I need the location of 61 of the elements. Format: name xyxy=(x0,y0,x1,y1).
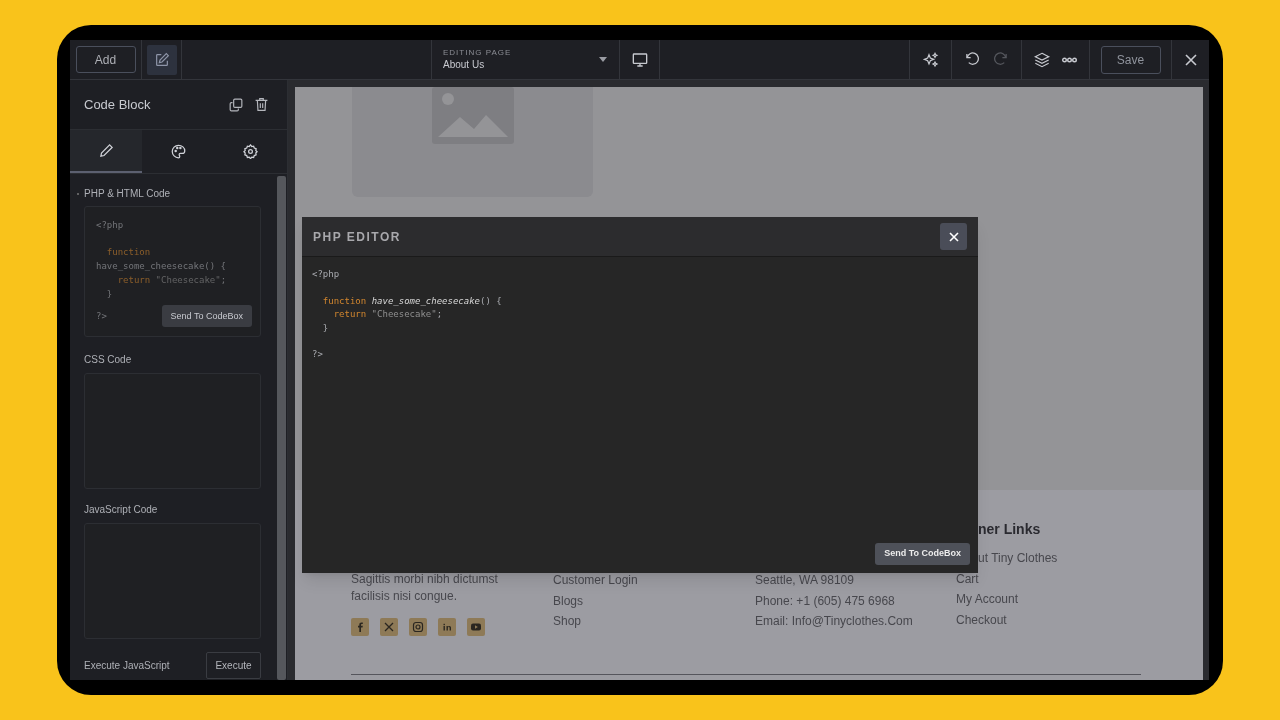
php-code-field[interactable]: <?php function have_some_cheesecake() { return "Cheesecake"; } ?> Send To CodeBox xyxy=(84,206,261,337)
code-line: ?> xyxy=(96,310,107,323)
close-button[interactable] xyxy=(940,223,967,250)
edit-button[interactable] xyxy=(146,44,177,75)
php-html-label: PHP & HTML Code xyxy=(84,187,171,201)
monitor-icon[interactable] xyxy=(631,51,648,68)
execute-button[interactable]: Execute xyxy=(206,652,261,679)
page-selector[interactable]: EDITING PAGE About Us xyxy=(432,40,620,79)
instagram-icon[interactable] xyxy=(409,618,427,636)
edit-icon xyxy=(153,51,170,68)
sparkles-icon[interactable] xyxy=(922,51,939,68)
code-line: } xyxy=(105,288,114,301)
duplicate-icon[interactable] xyxy=(229,97,243,112)
send-to-codebox-button[interactable]: Send To CodeBox xyxy=(161,305,252,327)
facebook-icon[interactable] xyxy=(351,618,369,636)
code-line: return "Cheesecake"; xyxy=(116,274,228,287)
pencil-icon xyxy=(98,143,114,158)
modal-title: PHP EDITOR xyxy=(313,228,401,246)
undo-icon[interactable] xyxy=(964,52,980,67)
php-code-editor[interactable]: <?php function have_some_cheesecake() { return "Cheesecake"; } ?> xyxy=(302,257,978,543)
add-button[interactable]: Add xyxy=(75,46,136,73)
panel-tab[interactable] xyxy=(70,130,143,173)
footer-link[interactable]: Customer Login xyxy=(553,570,638,591)
send-to-codebox-button[interactable]: Send To CodeBox xyxy=(875,543,970,565)
trash-icon[interactable] xyxy=(255,97,268,112)
palette-icon xyxy=(171,144,186,159)
footer-link[interactable]: Cart xyxy=(956,568,979,589)
footer-link[interactable]: My Account xyxy=(956,589,1019,610)
linkedin-icon[interactable] xyxy=(438,618,456,636)
code-line: ?> xyxy=(312,348,324,361)
footer-link[interactable]: Blogs xyxy=(553,590,584,611)
css-code-label: CSS Code xyxy=(84,353,133,367)
javascript-code-label: JavaScript Code xyxy=(84,503,159,517)
code-line: <?php xyxy=(312,268,341,281)
page-name: About Us xyxy=(443,60,486,70)
layers-icon[interactable] xyxy=(1034,51,1050,68)
footer-link[interactable]: Shop xyxy=(553,611,582,632)
settings-icon xyxy=(243,144,259,159)
x-icon[interactable] xyxy=(380,618,398,636)
contact-text: Phone: +1 (605) 475 6968 xyxy=(755,592,895,610)
panel-title: Code Block xyxy=(84,95,151,114)
more-icon[interactable] xyxy=(1062,56,1077,63)
code-line: function have_some_cheesecake() { xyxy=(96,246,228,273)
youtube-icon[interactable] xyxy=(467,618,485,636)
code-line: <?php xyxy=(96,219,125,232)
contact-text: Email: Info@Tinyclothes.Com xyxy=(755,613,913,630)
footer-link[interactable]: ut Tiny Clothes xyxy=(978,548,1058,569)
close-icon[interactable] xyxy=(1184,53,1197,66)
close-icon xyxy=(948,231,959,242)
save-button[interactable]: Save xyxy=(1100,45,1161,74)
editing-page-label: EDITING PAGE xyxy=(443,49,512,57)
execute-javascript-label: Execute JavaScript xyxy=(84,659,170,673)
scrollbar[interactable] xyxy=(277,176,286,680)
footer-about-text: Sagittis morbi nibh dictumst facilisis nisi congue. xyxy=(351,571,499,605)
code-line: } xyxy=(321,321,330,335)
code-line: return "Cheesecake"; xyxy=(332,308,444,321)
caret-icon xyxy=(599,56,607,63)
contact-text: Seattle, WA 98109 xyxy=(755,572,854,589)
code-line: function have_some_cheesecake() { xyxy=(321,294,503,308)
footer-link[interactable]: Checkout xyxy=(956,609,1007,630)
footer-heading: ner Links xyxy=(978,520,1041,539)
